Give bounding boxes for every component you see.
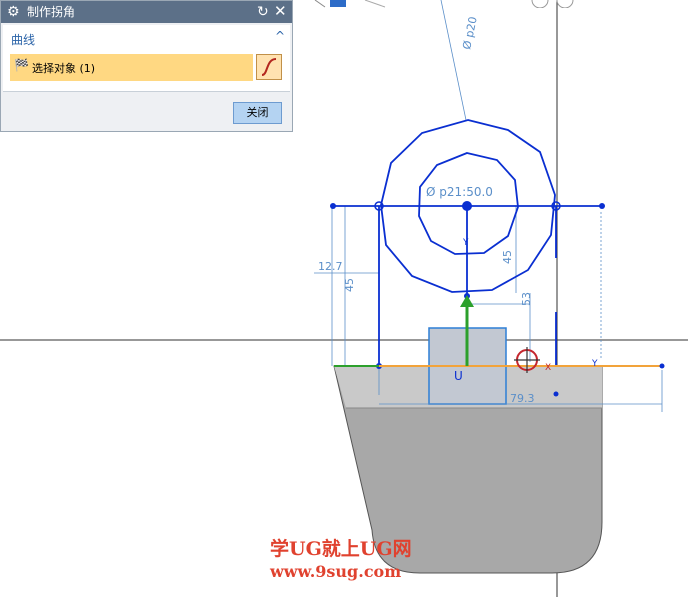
dim-53[interactable]: 53 [520,292,533,306]
dim-phi-center[interactable]: Ø p21:50.0 [426,185,493,199]
dim-79-3[interactable]: 79.3 [510,392,535,405]
y-marker-center: Y [462,238,469,248]
dialog-title: 制作拐角 [27,5,76,19]
arrow-head [460,295,474,307]
flag-icon: 🏁 [14,58,29,72]
u-marker: U [454,369,463,383]
curve-select-button[interactable] [256,54,282,80]
section-title: 曲线 [11,33,36,47]
toolbar-strip [314,0,574,8]
select-object-label: 选择对象 (1) [32,62,96,75]
watermark-title: 学UG就上UG网 [270,538,412,560]
curve-section: 曲线 ^ 🏁 选择对象 (1) [3,25,290,92]
close-button[interactable]: 关闭 [233,102,282,124]
reset-icon[interactable]: ↻ [257,3,269,21]
select-object-row[interactable]: 🏁 选择对象 (1) [10,54,253,81]
gear-icon[interactable]: ⚙ [7,3,20,21]
close-icon[interactable]: ✕ [274,2,287,20]
watermark-url: www.9sug.com [270,562,402,581]
dim-45-left[interactable]: 45 [343,278,356,292]
y-marker: Y [591,359,598,369]
dialog-titlebar: ⚙ 制作拐角 ↻ ✕ [1,1,292,23]
curve-select-icon [261,58,277,76]
x-marker: X [545,363,551,373]
make-corner-dialog: ⚙ 制作拐角 ↻ ✕ 曲线 ^ 🏁 选择对象 (1) 关闭 [0,0,293,132]
collapse-icon[interactable]: ^ [275,29,285,43]
dim-45-right[interactable]: 45 [501,250,514,264]
dim-12-7[interactable]: 12.7 [318,260,343,273]
dim-phi-top[interactable]: Ø p20 [460,16,480,51]
